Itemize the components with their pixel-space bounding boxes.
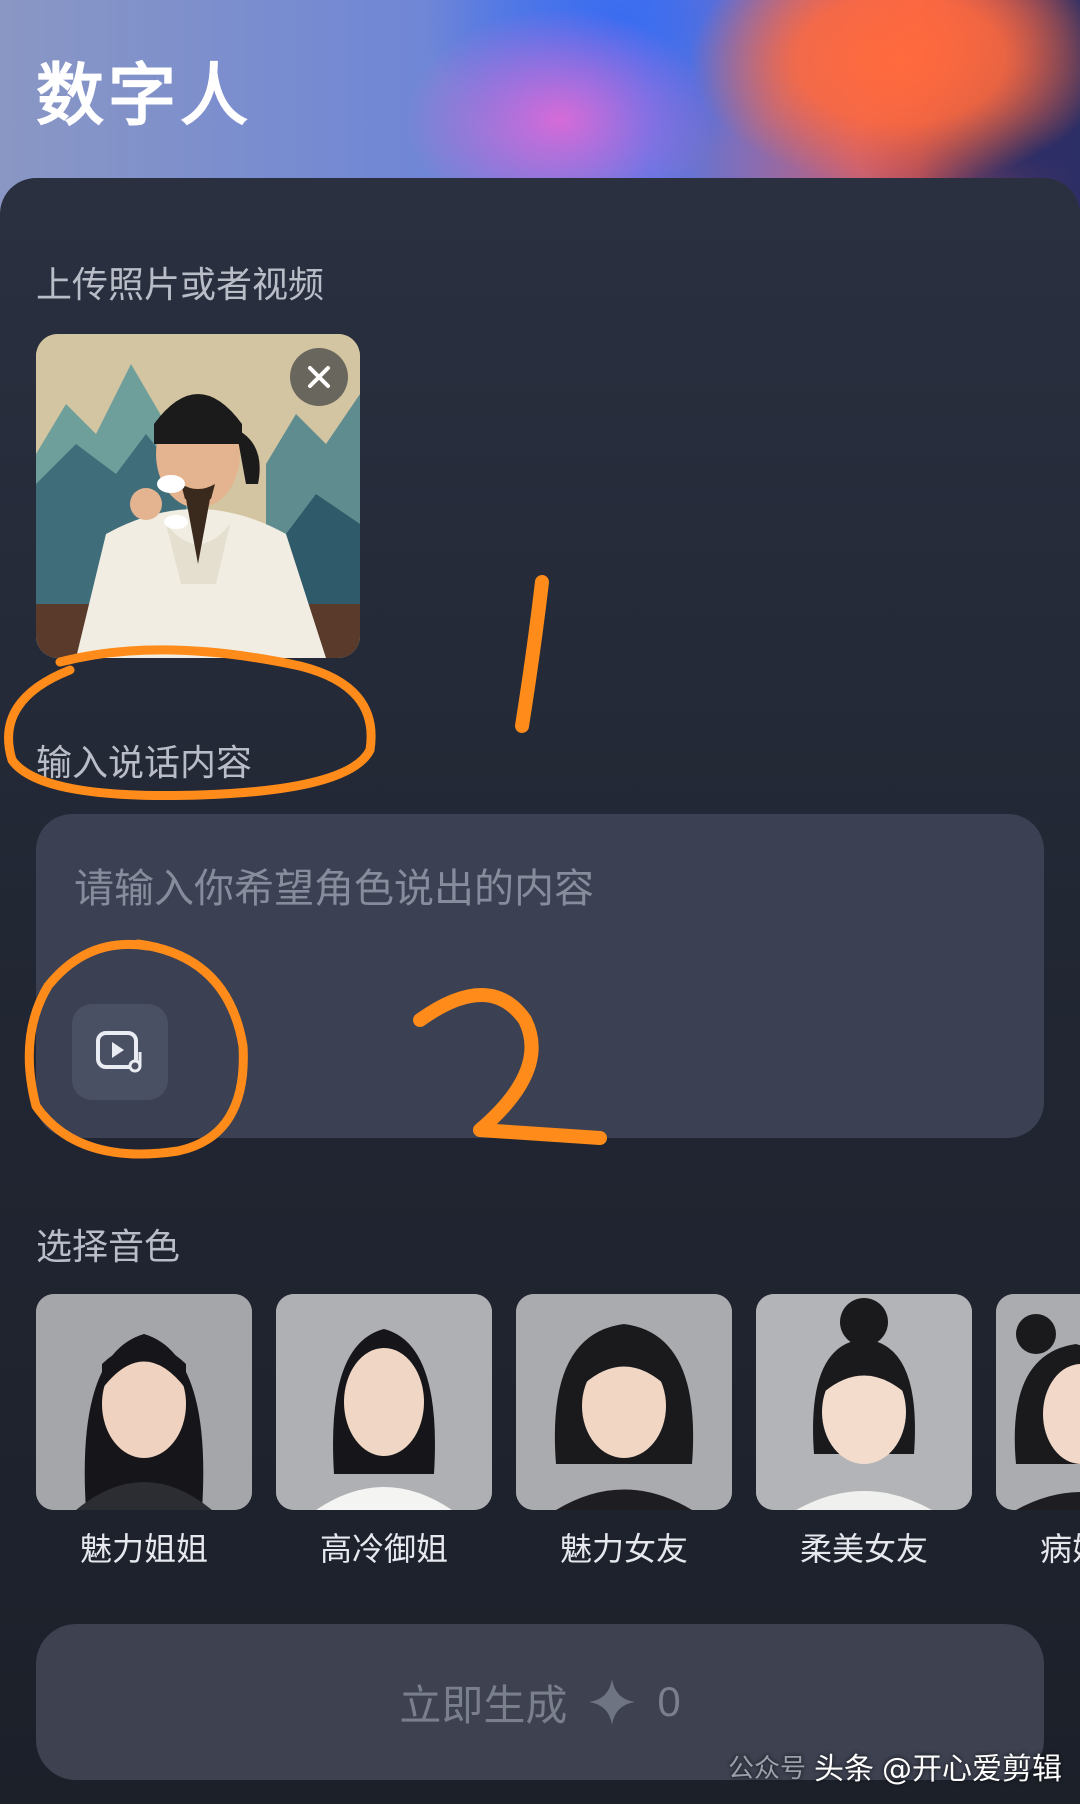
voice-list: 魅力姐姐 高冷御姐 魅力女友 柔美女友 病	[36, 1294, 1080, 1564]
close-icon	[308, 366, 330, 388]
watermark-source: 公众号	[728, 1753, 807, 1784]
voice-name: 病娇	[1040, 1530, 1080, 1564]
watermark-account: @开心爱剪辑	[882, 1752, 1063, 1787]
voice-avatar	[516, 1294, 732, 1510]
voice-name: 魅力姐姐	[79, 1530, 208, 1564]
credit-count: 0	[657, 1678, 681, 1725]
voice-name: 魅力女友	[559, 1530, 688, 1564]
video-music-icon	[96, 1031, 142, 1073]
speech-input[interactable]	[72, 858, 1006, 920]
speech-section-label: 输入说话内容	[36, 743, 253, 784]
voice-avatar	[36, 1294, 252, 1510]
sparkle-icon	[589, 1679, 636, 1725]
remove-photo-button[interactable]	[290, 348, 348, 406]
portrait-image	[276, 1294, 492, 1510]
voice-section-label: 选择音色	[36, 1227, 181, 1268]
voice-option-5[interactable]: 病娇	[996, 1294, 1080, 1564]
voice-option-2[interactable]: 高冷御姐	[276, 1294, 492, 1564]
voice-name: 柔美女友	[799, 1530, 928, 1564]
voice-option-1[interactable]: 魅力姐姐	[36, 1294, 252, 1564]
voice-avatar	[756, 1294, 972, 1510]
portrait-image	[516, 1294, 732, 1510]
voice-name: 高冷御姐	[319, 1530, 448, 1564]
voice-avatar	[276, 1294, 492, 1510]
voice-avatar	[996, 1294, 1080, 1510]
uploaded-photo[interactable]	[36, 334, 360, 658]
generate-label: 立即生成	[399, 1681, 568, 1729]
page-title: 数字人	[36, 57, 253, 136]
portrait-image	[996, 1294, 1080, 1510]
portrait-image	[36, 1294, 252, 1510]
voice-option-4[interactable]: 柔美女友	[756, 1294, 972, 1564]
voice-option-3[interactable]: 魅力女友	[516, 1294, 732, 1564]
watermark-brand: 头条	[814, 1752, 875, 1787]
upload-section-label: 上传照片或者视频	[36, 265, 325, 306]
audio-upload-button[interactable]	[72, 1004, 168, 1100]
portrait-image	[756, 1294, 972, 1510]
watermark: 公众号 头条 @开心爱剪辑	[728, 1744, 1062, 1788]
speech-text-area[interactable]	[36, 814, 1044, 1138]
